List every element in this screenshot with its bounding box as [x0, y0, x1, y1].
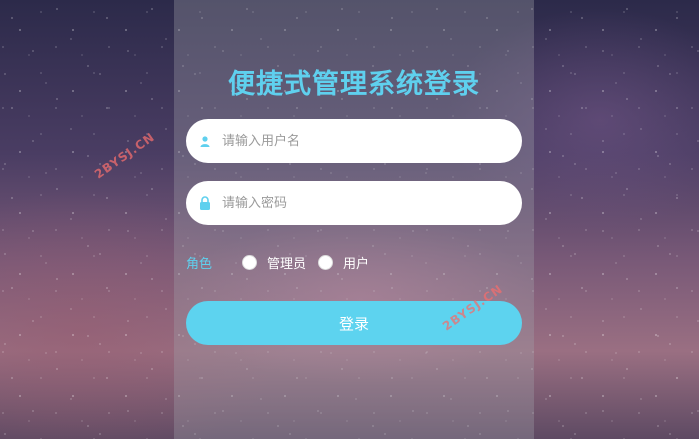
role-option-user[interactable]: 用户	[318, 253, 369, 272]
username-field[interactable]	[186, 119, 522, 163]
radio-button[interactable]	[318, 254, 334, 270]
role-selector: 角色 管理员 用户	[186, 252, 381, 272]
role-option-admin[interactable]: 管理员	[242, 253, 306, 272]
password-field[interactable]	[186, 181, 522, 225]
username-input[interactable]	[220, 132, 514, 150]
password-input[interactable]	[220, 194, 514, 212]
role-option-label: 用户	[343, 256, 370, 272]
role-label: 角色	[186, 256, 213, 272]
radio-button[interactable]	[242, 254, 257, 270]
user-icon	[186, 135, 220, 147]
lock-icon	[186, 196, 220, 210]
page-title: 便捷式管理系统登录	[228, 69, 480, 100]
role-option-label: 管理员	[267, 256, 307, 272]
